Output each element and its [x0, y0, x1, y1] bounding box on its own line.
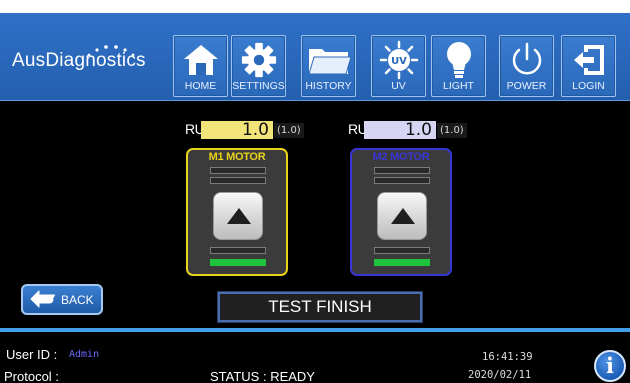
home-icon: [183, 45, 218, 75]
back-arrow-icon: [30, 290, 55, 308]
user-id-label: User ID :: [6, 347, 58, 362]
nav-power-button[interactable]: POWER: [499, 35, 554, 97]
m2-indicator-slot: [374, 167, 430, 174]
gear-icon: [241, 42, 276, 78]
m1-indicator-slot: [210, 247, 266, 254]
user-id-value: Admin: [69, 349, 100, 360]
protocol-label: Protocol :: [4, 369, 59, 383]
m1-indicator-slot-active: [210, 259, 266, 266]
m1-move-up-button[interactable]: [213, 192, 263, 240]
m1-run-sub: (1.0): [274, 123, 304, 138]
uv-icon-text: UV: [391, 56, 407, 67]
logo-text: AusDiagnostics: [12, 50, 146, 71]
lightbulb-icon: [446, 42, 471, 78]
m1-indicator-slot: [210, 177, 266, 184]
m1-motor-panel: M1 MOTOR: [186, 148, 288, 276]
nav-settings-label: SETTINGS: [232, 80, 285, 92]
nav-login-label: LOGIN: [572, 80, 605, 92]
up-arrow-icon: [227, 208, 251, 224]
uv-lamp-icon: UV: [379, 40, 418, 80]
power-icon: [512, 42, 541, 75]
back-button[interactable]: BACK: [21, 284, 103, 315]
footer-bar: User ID : Admin Protocol : STATUS : READ…: [0, 332, 630, 383]
main-panel: RUN 1.0 (1.0) RUN 1.0 (1.0) M1 MOTOR M2 …: [0, 102, 630, 328]
login-icon: [573, 45, 604, 75]
nav-power-label: POWER: [506, 80, 547, 92]
info-icon[interactable]: i: [594, 350, 626, 382]
header-bar: AusDiagnostics HOME SETTINGS HISTORY UV …: [0, 13, 630, 101]
m1-run-row: RUN 1.0 (1.0): [185, 120, 315, 140]
m1-run-value[interactable]: 1.0: [201, 121, 273, 139]
clock-date: 2020/02/11: [468, 369, 532, 381]
m2-indicator-slot-active: [374, 259, 430, 266]
m2-motor-panel: M2 MOTOR: [350, 148, 452, 276]
nav-light-button[interactable]: LIGHT: [431, 35, 486, 97]
m2-run-row: RUN 1.0 (1.0): [348, 120, 478, 140]
status-text: STATUS : READY: [210, 369, 315, 383]
up-arrow-icon: [391, 208, 415, 224]
m2-motor-title: M2 MOTOR: [372, 151, 430, 163]
top-strip: [0, 0, 630, 13]
clock-time: 16:41:39: [482, 351, 533, 363]
nav-settings-button[interactable]: SETTINGS: [231, 35, 286, 97]
nav-light-label: LIGHT: [443, 80, 474, 92]
m2-run-value[interactable]: 1.0: [364, 121, 436, 139]
nav-history-label: HISTORY: [305, 80, 352, 92]
m2-run-sub: (1.0): [437, 123, 467, 138]
back-button-label: BACK: [61, 293, 94, 307]
folder-icon: [307, 49, 352, 75]
nav-login-button[interactable]: LOGIN: [561, 35, 616, 97]
m2-indicator-slot: [374, 247, 430, 254]
m1-indicator-slot: [210, 167, 266, 174]
nav-home-label: HOME: [184, 80, 217, 92]
m2-move-up-button[interactable]: [377, 192, 427, 240]
nav-home-button[interactable]: HOME: [173, 35, 228, 97]
nav-uv-button[interactable]: UV UV: [371, 35, 426, 97]
nav-uv-label: UV: [391, 80, 406, 92]
app-logo: AusDiagnostics: [10, 44, 165, 76]
nav-history-button[interactable]: HISTORY: [301, 35, 356, 97]
m2-indicator-slot: [374, 177, 430, 184]
m1-motor-title: M1 MOTOR: [208, 151, 266, 163]
test-status-box: TEST FINISH: [218, 292, 422, 322]
